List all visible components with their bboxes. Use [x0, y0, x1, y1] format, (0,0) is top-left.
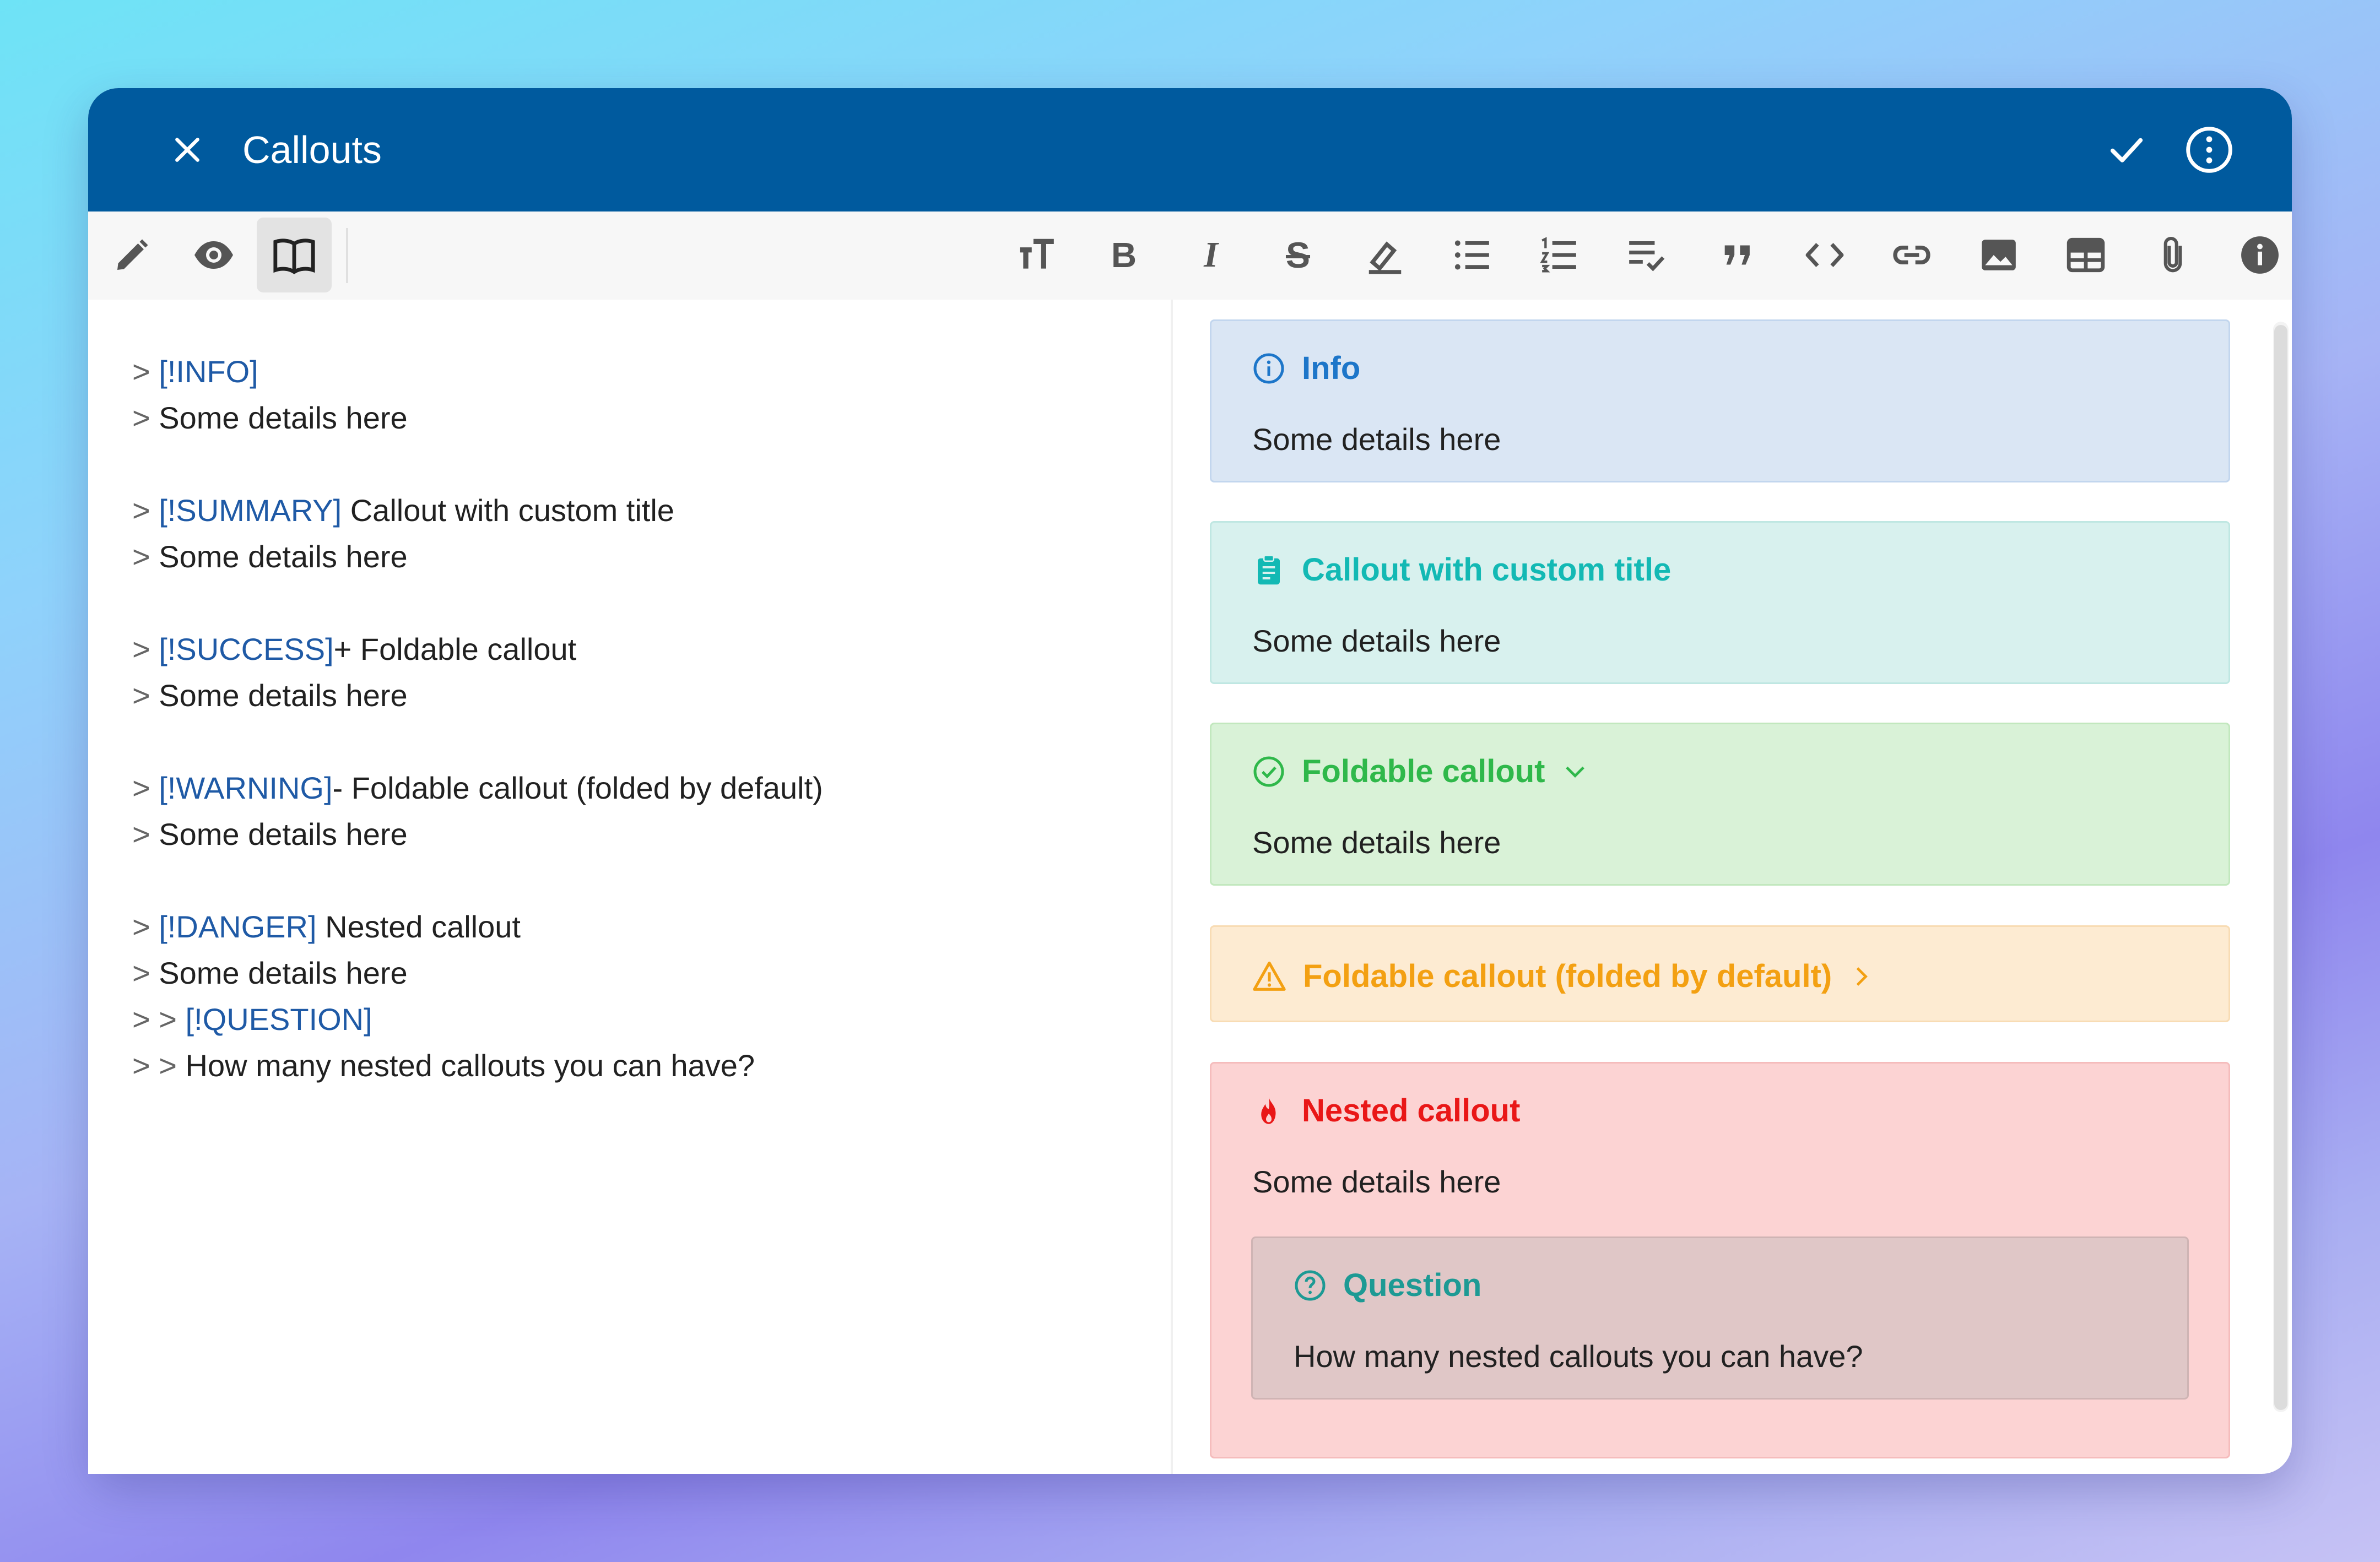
- check-circle-icon: [1253, 756, 1284, 787]
- page-title: Callouts: [242, 128, 382, 171]
- editor-line: > [!SUMMARY] Callout with custom title: [132, 493, 674, 528]
- editor-line: > Some details here: [132, 817, 408, 851]
- attachment-button[interactable]: [2135, 218, 2210, 292]
- callout-warning: Foldable callout (folded by default): [1210, 925, 2230, 1022]
- editor-line: > Some details here: [132, 400, 408, 435]
- highlight-icon: [1368, 241, 1402, 274]
- callout-body: Some details here: [1252, 422, 1501, 457]
- editor-line: > [!INFO]: [132, 354, 258, 389]
- editor-line: > [!WARNING]- Foldable callout (folded b…: [132, 771, 823, 805]
- italic-button[interactable]: I: [1173, 218, 1248, 292]
- callout-info: Info Some details here: [1210, 319, 2230, 482]
- chevron-right-icon: [1856, 967, 1868, 986]
- callout-title-text: Info: [1302, 350, 1361, 386]
- reader-book-icon: [273, 238, 315, 274]
- callout-body: How many nested callouts you can have?: [1294, 1339, 1863, 1374]
- editor-line: > Some details here: [132, 539, 408, 574]
- task-list-button[interactable]: [1609, 218, 1684, 292]
- callout-title: Question: [1294, 1267, 1481, 1304]
- help-info-button[interactable]: [2222, 218, 2292, 292]
- italic-icon: I: [1204, 235, 1218, 275]
- editor-line: > > How many nested callouts you can hav…: [132, 1048, 755, 1083]
- toolbar-divider: [346, 228, 348, 283]
- callout-summary: Callout with custom title Some details h…: [1210, 521, 2230, 684]
- callout-title-text: Question: [1343, 1267, 1482, 1303]
- warning-triangle-icon: [1253, 961, 1286, 991]
- link-icon: [1893, 246, 1930, 264]
- callout-title: Info: [1252, 350, 1360, 387]
- attachment-icon: [2163, 236, 2182, 273]
- callout-body: Some details here: [1252, 825, 1501, 860]
- bold-button[interactable]: B: [1086, 218, 1161, 292]
- formatting-toolbar: B I S: [88, 211, 2292, 300]
- text-size-button[interactable]: [999, 218, 1074, 292]
- callout-question: Question How many nested callouts you ca…: [1251, 1236, 2189, 1400]
- markdown-editor[interactable]: > [!INFO] > Some details here > [!SUMMAR…: [88, 300, 1171, 1474]
- callout-title: Callout with custom title: [1252, 551, 1671, 588]
- close-button[interactable]: [160, 122, 215, 177]
- highlight-button[interactable]: [1348, 218, 1422, 292]
- callout-fold-toggle[interactable]: Foldable callout: [1252, 753, 1589, 790]
- quote-icon: [1724, 245, 1750, 265]
- task-list-icon: [1629, 241, 1665, 272]
- callout-title-text: Nested callout: [1302, 1093, 1521, 1129]
- preview-mode-button[interactable]: [176, 218, 251, 292]
- bold-icon: B: [1111, 235, 1137, 275]
- numbered-list-icon: [1540, 237, 1576, 273]
- edit-mode-button[interactable]: [95, 218, 170, 292]
- callout-danger: Nested callout Some details here Questio…: [1210, 1062, 2230, 1458]
- code-button[interactable]: [1787, 218, 1862, 292]
- code-icon: [1805, 243, 1844, 267]
- table-icon: [2067, 237, 2105, 273]
- quote-button[interactable]: [1700, 218, 1775, 292]
- editor-line: > [!DANGER] Nested callout: [132, 909, 521, 944]
- editor-line: > [!SUCCESS]+ Foldable callout: [132, 632, 577, 666]
- callout-title-text: Foldable callout: [1302, 753, 1545, 789]
- app-bar: Callouts: [88, 88, 2292, 211]
- close-icon: [175, 138, 199, 162]
- callout-body: Some details here: [1252, 1164, 1501, 1199]
- numbered-list-button[interactable]: [1522, 218, 1597, 292]
- callout-fold-toggle[interactable]: Foldable callout (folded by default): [1252, 958, 1876, 995]
- edit-pencil-icon: [117, 239, 148, 270]
- info-circle-icon: [1253, 353, 1284, 383]
- bullet-list-icon: [1454, 240, 1489, 270]
- editor-line: > > [!QUESTION]: [132, 1002, 372, 1037]
- clipboard-icon: [1258, 555, 1280, 584]
- callout-title: Nested callout: [1252, 1092, 1520, 1129]
- strikethrough-icon: S: [1285, 235, 1311, 275]
- question-circle-icon: [1295, 1270, 1326, 1300]
- preview-scrollbar-thumb[interactable]: [2274, 325, 2287, 1410]
- editor-line: > Some details here: [132, 956, 408, 990]
- callout-success: Foldable callout Some details here: [1210, 723, 2230, 886]
- bullet-list-button[interactable]: [1435, 218, 1510, 292]
- link-button[interactable]: [1874, 218, 1949, 292]
- flame-icon: [1261, 1097, 1276, 1124]
- text-size-icon: [1020, 238, 1054, 269]
- image-icon: [1982, 240, 2016, 270]
- info-icon: [2241, 236, 2279, 274]
- table-button[interactable]: [2048, 218, 2123, 292]
- more-options-button[interactable]: [2182, 122, 2237, 177]
- pane-divider: [1171, 300, 1173, 1474]
- more-vertical-circle-icon: [2186, 127, 2232, 173]
- editor-line: > Some details here: [132, 678, 408, 713]
- reader-mode-button[interactable]: [257, 218, 332, 292]
- callout-body: Some details here: [1252, 623, 1501, 658]
- check-icon: [2110, 138, 2143, 162]
- strikethrough-button[interactable]: S: [1261, 218, 1335, 292]
- image-button[interactable]: [1961, 218, 2036, 292]
- preview-eye-icon: [194, 241, 233, 269]
- chevron-down-icon: [1565, 766, 1584, 778]
- save-button[interactable]: [2099, 122, 2154, 177]
- callout-title-text: Foldable callout (folded by default): [1303, 958, 1832, 994]
- callout-title-text: Callout with custom title: [1302, 552, 1672, 588]
